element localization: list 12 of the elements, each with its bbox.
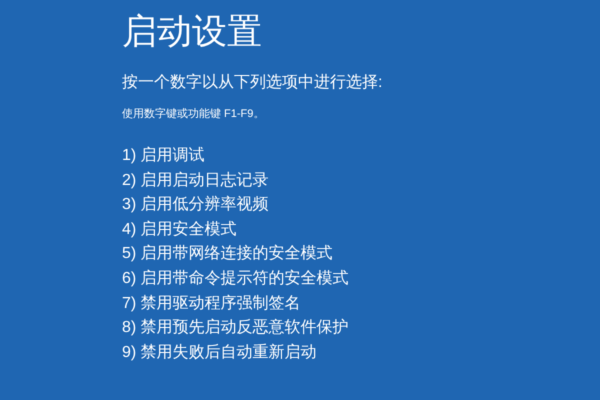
startup-option[interactable]: 7) 禁用驱动程序强制签名 (122, 292, 301, 316)
startup-option[interactable]: 9) 禁用失败后自动重新启动 (122, 340, 317, 366)
startup-option[interactable]: 8) 禁用预先启动反恶意软件保护 (122, 316, 349, 341)
startup-option[interactable]: 6) 启用带命令提示符的安全模式 (122, 266, 349, 292)
startup-option[interactable]: 5) 启用带网络连接的安全模式 (122, 242, 333, 267)
startup-option[interactable]: 1) 启用调试 (122, 144, 205, 169)
startup-option[interactable]: 2) 启用启动日志记录 (122, 168, 269, 194)
page-title: 启动设置 (122, 11, 262, 53)
startup-option[interactable]: 4) 启用安全模式 (122, 218, 237, 242)
startup-option[interactable]: 3) 启用低分辨率视频 (122, 193, 269, 218)
hint-text: 使用数字键或功能键 F1-F9。 (122, 106, 264, 122)
instruction-text: 按一个数字以从下列选项中进行选择: (122, 72, 382, 93)
